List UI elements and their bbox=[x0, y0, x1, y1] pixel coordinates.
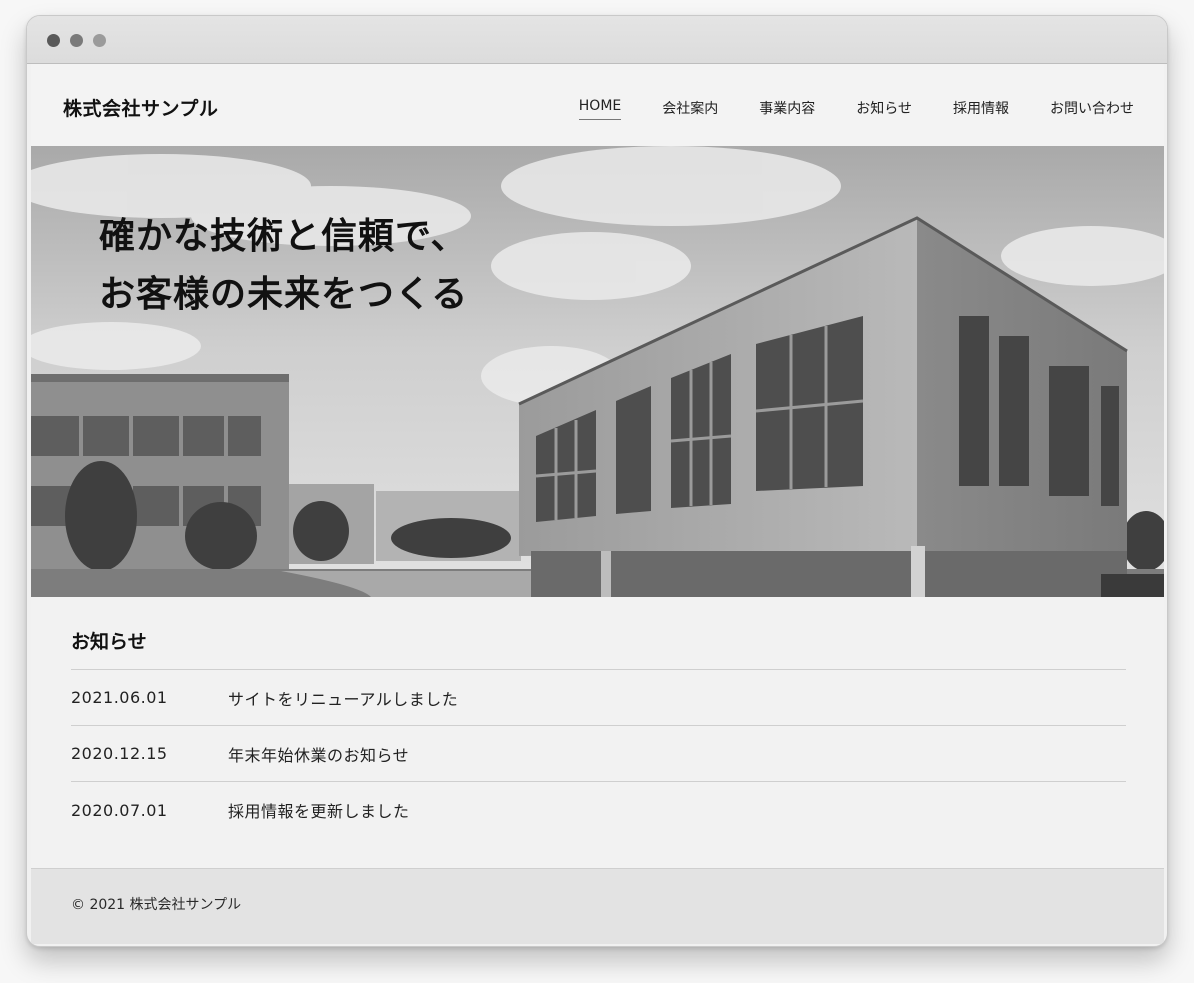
news-date: 2020.12.15 bbox=[71, 744, 168, 763]
nav-company[interactable]: 会社案内 bbox=[662, 98, 718, 120]
news-link[interactable]: サイトをリニューアルしました bbox=[228, 686, 458, 710]
news-link[interactable]: 採用情報を更新しました bbox=[228, 798, 410, 822]
nav-contact[interactable]: お問い合わせ bbox=[1050, 98, 1134, 120]
news-list: 2021.06.01 サイトをリニューアルしました 2020.12.15 年末年… bbox=[71, 669, 1126, 838]
news-heading: お知らせ bbox=[71, 631, 147, 653]
hero-line-2: お客様の未来をつくる bbox=[99, 274, 469, 315]
site-footer: © 2021 株式会社サンプル bbox=[31, 868, 1164, 944]
news-item[interactable]: 2020.12.15 年末年始休業のお知らせ bbox=[71, 726, 1126, 782]
global-nav: HOME 会社案内 事業内容 お知らせ 採用情報 お問い合わせ bbox=[538, 98, 1134, 120]
nav-business[interactable]: 事業内容 bbox=[759, 98, 815, 120]
site-header: 株式会社サンプル HOME 会社案内 事業内容 お知らせ 採用情報 お問い合わせ bbox=[31, 64, 1164, 146]
news-item[interactable]: 2021.06.01 サイトをリニューアルしました bbox=[71, 670, 1126, 726]
news-link[interactable]: 年末年始休業のお知らせ bbox=[228, 742, 409, 766]
news-section: お知らせ 2021.06.01 サイトをリニューアルしました 2020.12.1… bbox=[31, 597, 1164, 870]
maximize-window-button[interactable] bbox=[93, 34, 106, 47]
hero-section: 確かな技術と信頼で、 お客様の未来をつくる bbox=[31, 146, 1164, 597]
minimize-window-button[interactable] bbox=[70, 34, 83, 47]
site-logo[interactable]: 株式会社サンプル bbox=[63, 94, 218, 121]
web-page: 株式会社サンプル HOME 会社案内 事業内容 お知らせ 採用情報 お問い合わせ bbox=[31, 64, 1164, 944]
window-titlebar bbox=[27, 16, 1167, 64]
news-date: 2020.07.01 bbox=[71, 800, 168, 820]
browser-window: 株式会社サンプル HOME 会社案内 事業内容 お知らせ 採用情報 お問い合わせ bbox=[26, 15, 1168, 947]
hero-line-1: 確かな技術と信頼で、 bbox=[99, 216, 468, 257]
news-date: 2021.06.01 bbox=[71, 688, 168, 707]
copyright-text: © 2021 株式会社サンプル bbox=[71, 897, 242, 913]
news-item[interactable]: 2020.07.01 採用情報を更新しました bbox=[71, 782, 1126, 838]
nav-recruit[interactable]: 採用情報 bbox=[953, 98, 1009, 120]
close-window-button[interactable] bbox=[47, 34, 60, 47]
nav-home[interactable]: HOME bbox=[578, 98, 622, 120]
hero-headline: 確かな技術と信頼で、 お客様の未来をつくる bbox=[99, 208, 468, 324]
nav-news[interactable]: お知らせ bbox=[856, 98, 912, 120]
